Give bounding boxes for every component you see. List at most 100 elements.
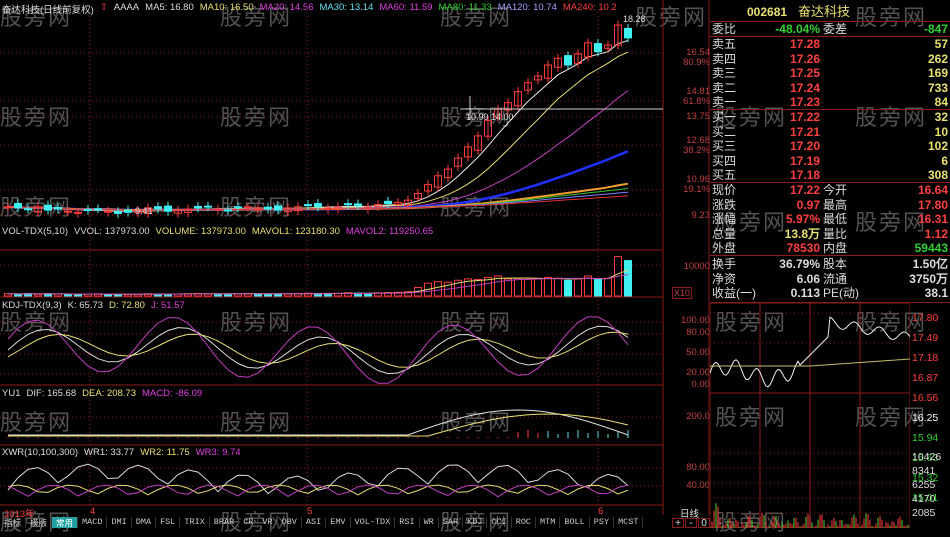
kline-chart-area[interactable] [0, 0, 710, 515]
stat-label: 涨幅 [712, 212, 737, 226]
volume-bar [434, 281, 442, 297]
main-chart-header: 奋达科技(日线前复权) ⇧ AAAA MA5: 16.80 MA10: 16.5… [2, 2, 617, 16]
sell-level-row[interactable]: 卖四 17.26 262 [710, 52, 950, 67]
tab-17[interactable]: SAR [439, 517, 464, 528]
zoom-in-button[interactable]: + [672, 518, 684, 529]
volume-bar [574, 278, 582, 297]
candle [154, 206, 162, 210]
stat-value: 6.06 [796, 271, 820, 286]
stat-label: 收益(一) [712, 286, 756, 300]
volume-bar [594, 278, 602, 297]
tab-3[interactable]: MACD [78, 517, 108, 528]
level-volume: 57 [934, 37, 948, 51]
crosshair-label: 10.99 14.00 [466, 112, 514, 122]
tab-14[interactable]: VOL-TDX [351, 517, 396, 528]
buy-level-row[interactable]: 买五 17.18 308 [710, 168, 950, 183]
candle [314, 203, 322, 208]
candle [164, 205, 172, 212]
level-volume: 169 [927, 66, 948, 80]
ma5-label: MA5: 16.80 [145, 2, 194, 13]
mavol1-value: MAVOL1: 123180.30 [251, 226, 340, 237]
tab-10[interactable]: VR [258, 517, 278, 528]
tab-11[interactable]: OBV [278, 517, 302, 528]
tab-4[interactable]: DMI [107, 517, 132, 528]
tab-21[interactable]: MTM [536, 517, 561, 528]
sell-level-row[interactable]: 卖三 17.25 169 [710, 66, 950, 81]
axis-label: 40.00 [686, 480, 710, 491]
tab-7[interactable]: TRIX [180, 517, 210, 528]
stat-label: 换手 [712, 257, 737, 271]
volume-bar [604, 277, 612, 297]
volume-bar [274, 293, 282, 297]
tab-8[interactable]: BRAR [210, 517, 240, 528]
ma60-label: MA60: 11.59 [379, 2, 433, 13]
intraday-volume-label: 6255 [912, 479, 936, 491]
buy-level-row[interactable]: 买四 17.19 6 [710, 154, 950, 169]
tab-1[interactable]: 模版 [26, 517, 53, 529]
intraday-volume-label: 8341 [912, 465, 936, 477]
level-price: 17.18 [789, 168, 820, 182]
volume-bar [584, 275, 592, 297]
axis-label: 38.2% [683, 145, 710, 156]
axis-label: 100.00 [680, 315, 710, 326]
date-label: 4 [90, 506, 96, 517]
sell-level-row[interactable]: 卖五 17.28 57 [710, 37, 950, 52]
stat-value: 1.50亿 [912, 257, 948, 271]
candle [94, 208, 102, 211]
level-volume: 733 [927, 80, 948, 95]
axis-label: 200.0 [686, 411, 710, 422]
level-price: 17.28 [789, 37, 820, 51]
stat-value: 1.12 [924, 226, 948, 241]
tab-13[interactable]: EMV [326, 517, 351, 528]
level-volume: 102 [927, 139, 948, 153]
stat-label: 流通 [823, 271, 848, 286]
tab-12[interactable]: ASI [302, 517, 327, 528]
stat-row: 涨跌 0.97 最高 17.80 [710, 198, 950, 213]
candle [234, 206, 242, 209]
zoom-out-button[interactable]: - [685, 518, 697, 529]
level-price: 17.20 [789, 139, 820, 153]
tab-22[interactable]: BOLL [560, 517, 590, 528]
tab-23[interactable]: PSY [590, 517, 615, 528]
candle [114, 211, 122, 214]
stat-row: 换手 36.79% 股本 1.50亿 [710, 257, 950, 272]
buy-level-row[interactable]: 买一 17.22 32 [710, 110, 950, 125]
sell-level-row[interactable]: 卖一 17.23 84 [710, 95, 950, 110]
level-volume: 6 [941, 153, 948, 168]
axis-label: 19.1% [683, 184, 710, 195]
wr3: WR3: 9.74 [195, 447, 241, 458]
candle [224, 209, 232, 212]
volume-bar [474, 278, 482, 297]
tab-5[interactable]: DMA [132, 517, 157, 528]
stat-value: 5.97% [785, 212, 820, 226]
stat-value: 36.79% [779, 257, 820, 271]
tab-2[interactable]: 常用 [52, 517, 79, 529]
tab-19[interactable]: CCI [487, 517, 512, 528]
buy-level-row[interactable]: 买二 17.21 10 [710, 125, 950, 140]
level-volume: 32 [934, 110, 948, 124]
stock-title: 002681 奋达科技 [710, 3, 950, 21]
stat-label: 涨跌 [712, 197, 737, 212]
tab-24[interactable]: MCST [614, 517, 644, 528]
wr-header: XWR(10,100,300) WR1: 33.77 WR2: 11.75 WR… [2, 447, 241, 458]
tab-6[interactable]: FSL [156, 517, 181, 528]
tab-0[interactable]: 指标 [0, 517, 27, 529]
tab-20[interactable]: ROC [512, 517, 537, 528]
intraday-price-label: 17.18 [912, 352, 939, 364]
tab-16[interactable]: WR [420, 517, 439, 528]
stat-label: 今开 [823, 183, 848, 197]
prev-close-label: 16.25 [912, 412, 939, 424]
tab-9[interactable]: CR [239, 517, 259, 528]
kdj-k: K: 65.73 [67, 300, 104, 311]
intraday-chart[interactable] [710, 303, 910, 528]
intraday-volume-label: 4170 [912, 493, 936, 505]
stat-label: 净资 [712, 271, 737, 286]
tab-15[interactable]: RSI [395, 517, 420, 528]
stat-row: 现价 17.22 今开 16.64 [710, 183, 950, 198]
wr1-line [7, 463, 629, 495]
buy-level-row[interactable]: 买三 17.20 102 [710, 139, 950, 154]
reset-button[interactable]: 0 [698, 518, 710, 529]
volume-bar [504, 278, 512, 297]
tab-18[interactable]: KDJ [463, 517, 488, 528]
sell-level-row[interactable]: 卖二 17.24 733 [710, 81, 950, 96]
